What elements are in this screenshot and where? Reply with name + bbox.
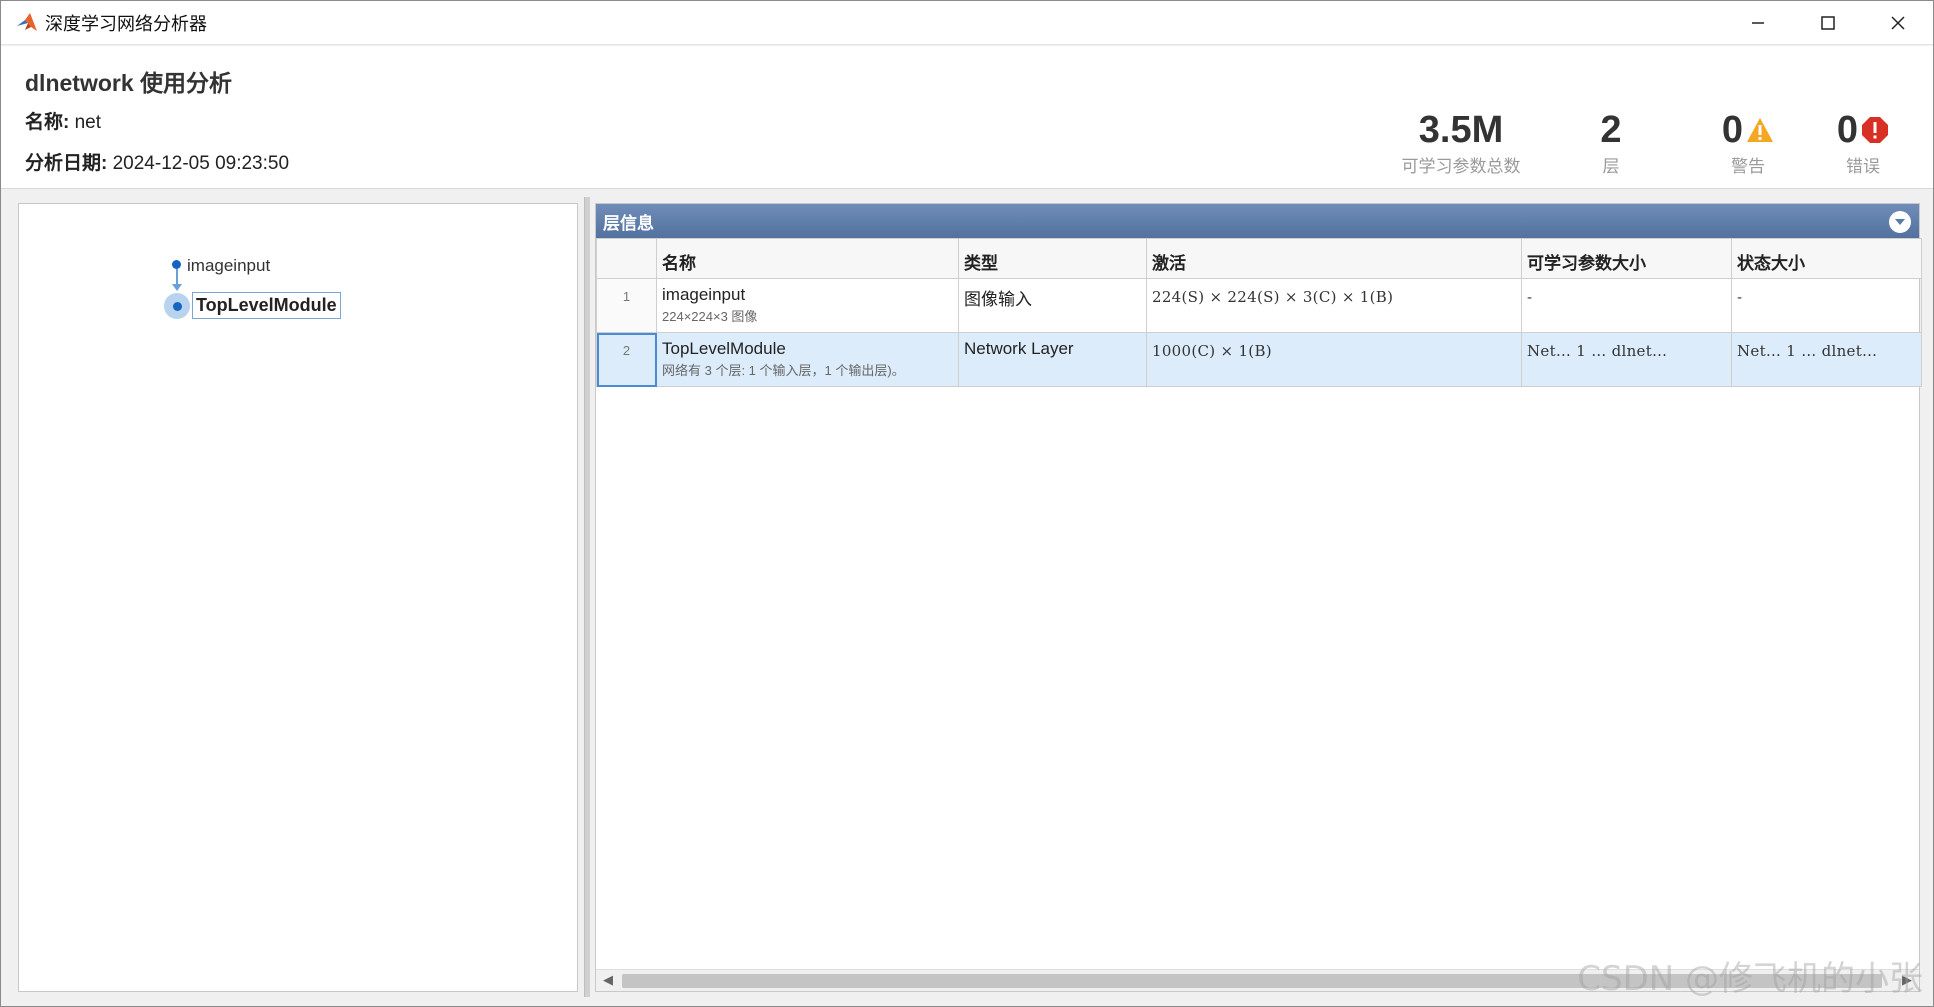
- analysis-header: dlnetwork 使用分析 名称: net 分析日期: 2024-12-05 …: [1, 46, 1933, 189]
- panel-splitter[interactable]: [584, 197, 590, 997]
- title-bar: 深度学习网络分析器: [1, 1, 1933, 45]
- column-header-activations[interactable]: 激活: [1146, 238, 1522, 279]
- layer-learnables[interactable]: Net… 1 … dlnet…: [1521, 332, 1732, 387]
- date-label: 分析日期:: [25, 153, 108, 174]
- layer-name-cell: TopLevelModule 网络有 3 个层: 1 个输入层，1 个输出层)。: [656, 332, 959, 387]
- row-index: 2: [596, 332, 657, 387]
- layer-description: 网络有 3 个层: 1 个输入层，1 个输出层)。: [662, 363, 905, 378]
- column-header-states[interactable]: 状态大小: [1731, 238, 1922, 279]
- chevron-down-icon: [1895, 219, 1905, 225]
- column-header-name[interactable]: 名称: [656, 238, 959, 279]
- table-row[interactable]: 2 TopLevelModule 网络有 3 个层: 1 个输入层，1 个输出层…: [596, 332, 1922, 387]
- scroll-left-icon[interactable]: ◀: [603, 972, 613, 988]
- layer-info-header: 层信息: [596, 204, 1919, 238]
- table-row[interactable]: 1 imageinput 224×224×3 图像 图像输入 224(S) × …: [596, 278, 1922, 333]
- learnables-count: 3.5M: [1418, 109, 1504, 151]
- table-header-row: 名称 类型 激活 可学习参数大小 状态大小: [596, 238, 1922, 279]
- layer-name: imageinput: [662, 285, 746, 304]
- column-header-learnables[interactable]: 可学习参数大小: [1521, 238, 1732, 279]
- graph-label-imageinput[interactable]: imageinput: [187, 256, 270, 276]
- column-header-type[interactable]: 类型: [958, 238, 1147, 279]
- column-header-index: [596, 238, 657, 279]
- errors-label: 错误: [1846, 157, 1880, 176]
- matlab-logo-icon: [17, 12, 37, 31]
- close-button[interactable]: [1863, 1, 1933, 45]
- date-value: 2024-12-05 09:23:50: [112, 153, 290, 174]
- edge-arrow-icon: [172, 284, 182, 291]
- minimize-button[interactable]: [1723, 1, 1793, 45]
- layer-info-panel: 层信息 名称 类型 激活 可学习参数大小 状态大小 1 imageinput 2…: [595, 203, 1922, 992]
- layers-label: 层: [1602, 157, 1620, 176]
- graph-node-imageinput[interactable]: [172, 260, 181, 269]
- name-label: 名称:: [25, 112, 70, 133]
- row-index: 1: [596, 278, 657, 333]
- stat-layers: 2 层: [1581, 108, 1641, 177]
- watermark: CSDN @修飞机的小张: [1577, 959, 1923, 999]
- layer-activations: 224(S) × 224(S) × 3(C) × 1(B): [1146, 278, 1522, 333]
- network-graph-panel[interactable]: imageinput TopLevelModule: [18, 203, 578, 992]
- error-icon: [1862, 117, 1889, 143]
- layers-table: 名称 类型 激活 可学习参数大小 状态大小 1 imageinput 224×2…: [596, 238, 1922, 387]
- graph-node-toplevelmodule[interactable]: [164, 293, 190, 319]
- close-icon: [1891, 16, 1905, 30]
- stat-warnings[interactable]: 0 警告: [1713, 108, 1783, 177]
- analysis-date-row: 分析日期: 2024-12-05 09:23:50: [25, 148, 289, 175]
- maximize-button[interactable]: [1793, 1, 1863, 45]
- layer-type: Network Layer: [958, 332, 1147, 387]
- warnings-count: 0: [1721, 109, 1744, 151]
- page-title: dlnetwork 使用分析: [25, 70, 233, 96]
- collapse-button[interactable]: [1889, 211, 1911, 233]
- name-value: net: [74, 112, 102, 133]
- warnings-label: 警告: [1731, 157, 1765, 176]
- layer-info-title: 层信息: [603, 213, 654, 233]
- graph-node-dot: [172, 301, 182, 311]
- layer-name-cell: imageinput 224×224×3 图像: [656, 278, 959, 333]
- stat-learnables: 3.5M 可学习参数总数: [1391, 108, 1531, 177]
- learnables-label: 可学习参数总数: [1401, 157, 1521, 176]
- layer-description: 224×224×3 图像: [662, 309, 758, 324]
- stat-errors[interactable]: 0 错误: [1828, 108, 1898, 177]
- layer-name: TopLevelModule: [662, 339, 786, 358]
- window-controls: [1723, 1, 1933, 45]
- network-name-row: 名称: net: [25, 107, 101, 134]
- app-window: 深度学习网络分析器 dlnetwork 使用分析 名称: net 分析日期: 2…: [0, 0, 1934, 1007]
- layers-count: 2: [1600, 109, 1622, 151]
- warning-icon: [1747, 118, 1774, 142]
- layer-states[interactable]: Net… 1 … dlnet…: [1731, 332, 1922, 387]
- minimize-icon: [1752, 22, 1764, 24]
- graph-label-toplevelmodule[interactable]: TopLevelModule: [192, 292, 341, 319]
- layer-learnables: -: [1521, 278, 1732, 333]
- layer-states: -: [1731, 278, 1922, 333]
- layer-activations: 1000(C) × 1(B): [1146, 332, 1522, 387]
- errors-count: 0: [1836, 109, 1859, 151]
- window-title: 深度学习网络分析器: [45, 13, 207, 34]
- layer-type: 图像输入: [958, 278, 1147, 333]
- maximize-icon: [1821, 16, 1835, 30]
